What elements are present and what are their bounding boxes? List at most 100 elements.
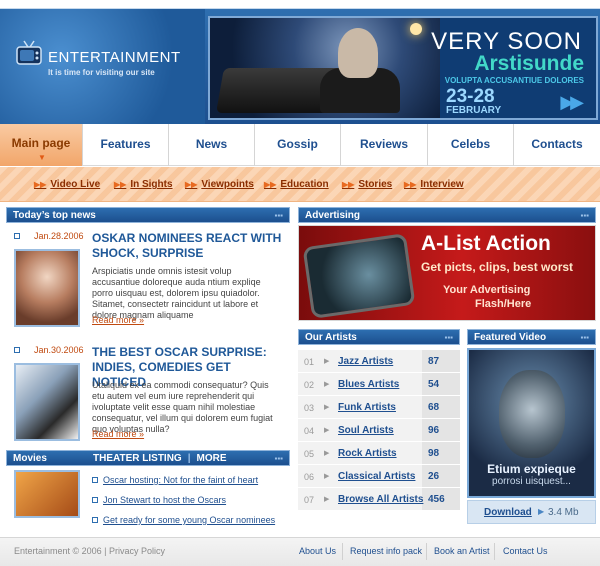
divider: | [187, 453, 191, 464]
theater-listing-link[interactable]: THEATER LISTING [93, 453, 182, 464]
news-date: Jan.28.2006 [34, 231, 84, 241]
nav-reviews[interactable]: Reviews [340, 124, 427, 166]
download-link[interactable]: Download [484, 507, 532, 518]
banner-month: FEBRUARY [446, 105, 502, 116]
double-arrow-icon: ▶▶ [34, 180, 47, 189]
banner-arrows-icon[interactable]: ▶▶ [560, 92, 584, 113]
triangle-right-icon: ▶ [324, 381, 330, 388]
subnav-in-sights[interactable]: ▶▶ In Sights [114, 179, 173, 190]
site-tagline: It is time for visiting our site [48, 68, 155, 77]
news-panel-heading: Today’s top news ▪▪▪ [6, 207, 290, 223]
double-arrow-icon: » [139, 315, 145, 325]
list-item[interactable]: 06 ▶ Classical Artists 26 [298, 465, 460, 488]
movie-link[interactable]: Oscar hosting: Not for the faint of hear… [103, 475, 258, 485]
footer-link-about[interactable]: About Us [299, 546, 336, 556]
double-arrow-icon: ▶▶ [404, 180, 417, 189]
nav-gossip[interactable]: Gossip [254, 124, 340, 166]
news-date: Jan.30.2006 [34, 345, 84, 355]
subnav-education[interactable]: ▶▶ Education [264, 179, 329, 190]
nav-contacts[interactable]: Contacts [513, 124, 600, 166]
bullet-icon [92, 477, 98, 483]
list-item[interactable]: 04 ▶ Soul Artists 96 [298, 419, 460, 442]
featured-video[interactable]: Etium expieque porrosi uisquest... [467, 348, 596, 498]
ad-text: Flash/Here [475, 298, 532, 310]
grip-icon: ▪▪▪ [274, 211, 283, 220]
video-title: Etium expieque [487, 462, 576, 476]
news-photo[interactable] [14, 363, 80, 441]
grip-icon: ▪▪▪ [580, 211, 589, 220]
triangle-right-icon: ▶ [324, 427, 330, 434]
grip-icon: ▪▪▪ [444, 333, 453, 342]
footer-link-request[interactable]: Request info pack [350, 546, 422, 556]
news-photo[interactable] [14, 249, 80, 327]
file-size: 3.4 Mb [548, 507, 579, 518]
advertising-banner[interactable]: A-List Action Get picts, clips, best wor… [298, 225, 596, 321]
list-item[interactable]: 05 ▶ Rock Artists 98 [298, 442, 460, 465]
read-more-link[interactable]: Read more » [92, 429, 144, 439]
video-panel-heading: Featured Video ▪▪▪ [467, 329, 596, 345]
read-more-link[interactable]: Read more » [92, 315, 144, 325]
double-arrow-icon: » [139, 429, 145, 439]
movie-photo[interactable] [14, 470, 80, 518]
double-arrow-icon: ▶▶ [114, 180, 127, 189]
bullet-icon [92, 497, 98, 503]
footer-link-book[interactable]: Book an Artist [434, 546, 490, 556]
subnav-video-live[interactable]: ▶▶ Video Live [34, 179, 100, 190]
artists-panel-heading: Our Artists ▪▪▪ [298, 329, 460, 345]
bullet-icon [92, 517, 98, 523]
copyright[interactable]: Entertainment © 2006 | Privacy Policy [14, 546, 165, 556]
ad-subtitle: Get picts, clips, best worst [421, 260, 574, 274]
news-item: Jan.28.2006 OSKAR NOMINEES REACT WITH SH… [6, 231, 290, 343]
more-link[interactable]: MORE [197, 453, 227, 464]
site-name: ENTERTAINMENT [48, 49, 181, 66]
subnav-interview[interactable]: ▶▶ Interview [404, 179, 464, 190]
banner-photo [210, 18, 440, 118]
tv-icon [16, 40, 42, 65]
grip-icon: ▪▪▪ [580, 333, 589, 342]
nav-main-page[interactable]: Main page ▼ [0, 124, 82, 166]
banner-name: Arstisunde [474, 52, 584, 75]
ad-text: Your Advertising [443, 284, 531, 296]
tv-image [302, 233, 416, 319]
nav-news[interactable]: News [168, 124, 254, 166]
movies-panel-heading: Movies THEATER LISTING | MORE ▪▪▪ [6, 450, 290, 466]
video-subtitle: porrosi uisquest... [492, 476, 571, 487]
banner-date: 23-28 [446, 86, 495, 107]
divider [426, 543, 427, 560]
flag-icon [14, 233, 20, 239]
grip-icon: ▪▪▪ [274, 454, 283, 463]
news-item: Jan.30.2006 THE BEST OSCAR SURPRISE: IND… [6, 345, 290, 457]
list-item[interactable]: 02 ▶ Blues Artists 54 [298, 373, 460, 396]
divider [342, 543, 343, 560]
main-nav: Main page ▼ Features News Gossip Reviews… [0, 124, 600, 166]
triangle-right-icon: ▶ [324, 496, 330, 503]
double-arrow-icon: ▶▶ [185, 180, 198, 189]
movie-link[interactable]: Get ready for some young Oscar nominees [103, 515, 275, 525]
advertising-panel-heading: Advertising ▪▪▪ [298, 207, 596, 223]
nav-main-label: Main page [11, 136, 71, 150]
chevron-down-icon: ▼ [38, 153, 46, 162]
news-title[interactable]: OSKAR NOMINEES REACT WITH SHOCK, SURPRIS… [92, 231, 284, 261]
list-item[interactable]: 03 ▶ Funk Artists 68 [298, 396, 460, 419]
header: ENTERTAINMENT It is time for visiting ou… [0, 8, 600, 125]
flag-icon [14, 347, 20, 353]
ad-title: A-List Action [421, 232, 551, 255]
video-thumbnail [499, 370, 565, 458]
subnav-viewpoints[interactable]: ▶▶ Viewpoints [185, 179, 254, 190]
promo-banner[interactable]: VERY SOON Arstisunde VOLUPTA ACCUSANTIUE… [208, 16, 598, 120]
movie-link[interactable]: Jon Stewart to host the Oscars [103, 495, 226, 505]
triangle-right-icon: ▶ [324, 473, 330, 480]
arrow-right-icon: ▶ [538, 507, 545, 516]
sub-nav: ▶▶ Video Live ▶▶ In Sights ▶▶ Viewpoints ▶▶… [0, 167, 600, 202]
list-item[interactable]: 01 ▶ Jazz Artists 87 [298, 350, 460, 373]
list-item[interactable]: 07 ▶ Browse All Artists 456 [298, 488, 460, 511]
subnav-stories[interactable]: ▶▶ Stories [342, 179, 392, 190]
triangle-right-icon: ▶ [324, 450, 330, 457]
video-download-bar: Download ▶ 3.4 Mb [467, 500, 596, 524]
nav-features[interactable]: Features [82, 124, 168, 166]
footer-link-contact[interactable]: Contact Us [503, 546, 548, 556]
logo[interactable]: ENTERTAINMENT It is time for visiting ou… [0, 9, 205, 125]
news-text: Arspiciatis unde omnis istesit volup acc… [92, 266, 261, 320]
double-arrow-icon: ▶▶ [342, 180, 355, 189]
nav-celebs[interactable]: Celebs [427, 124, 513, 166]
